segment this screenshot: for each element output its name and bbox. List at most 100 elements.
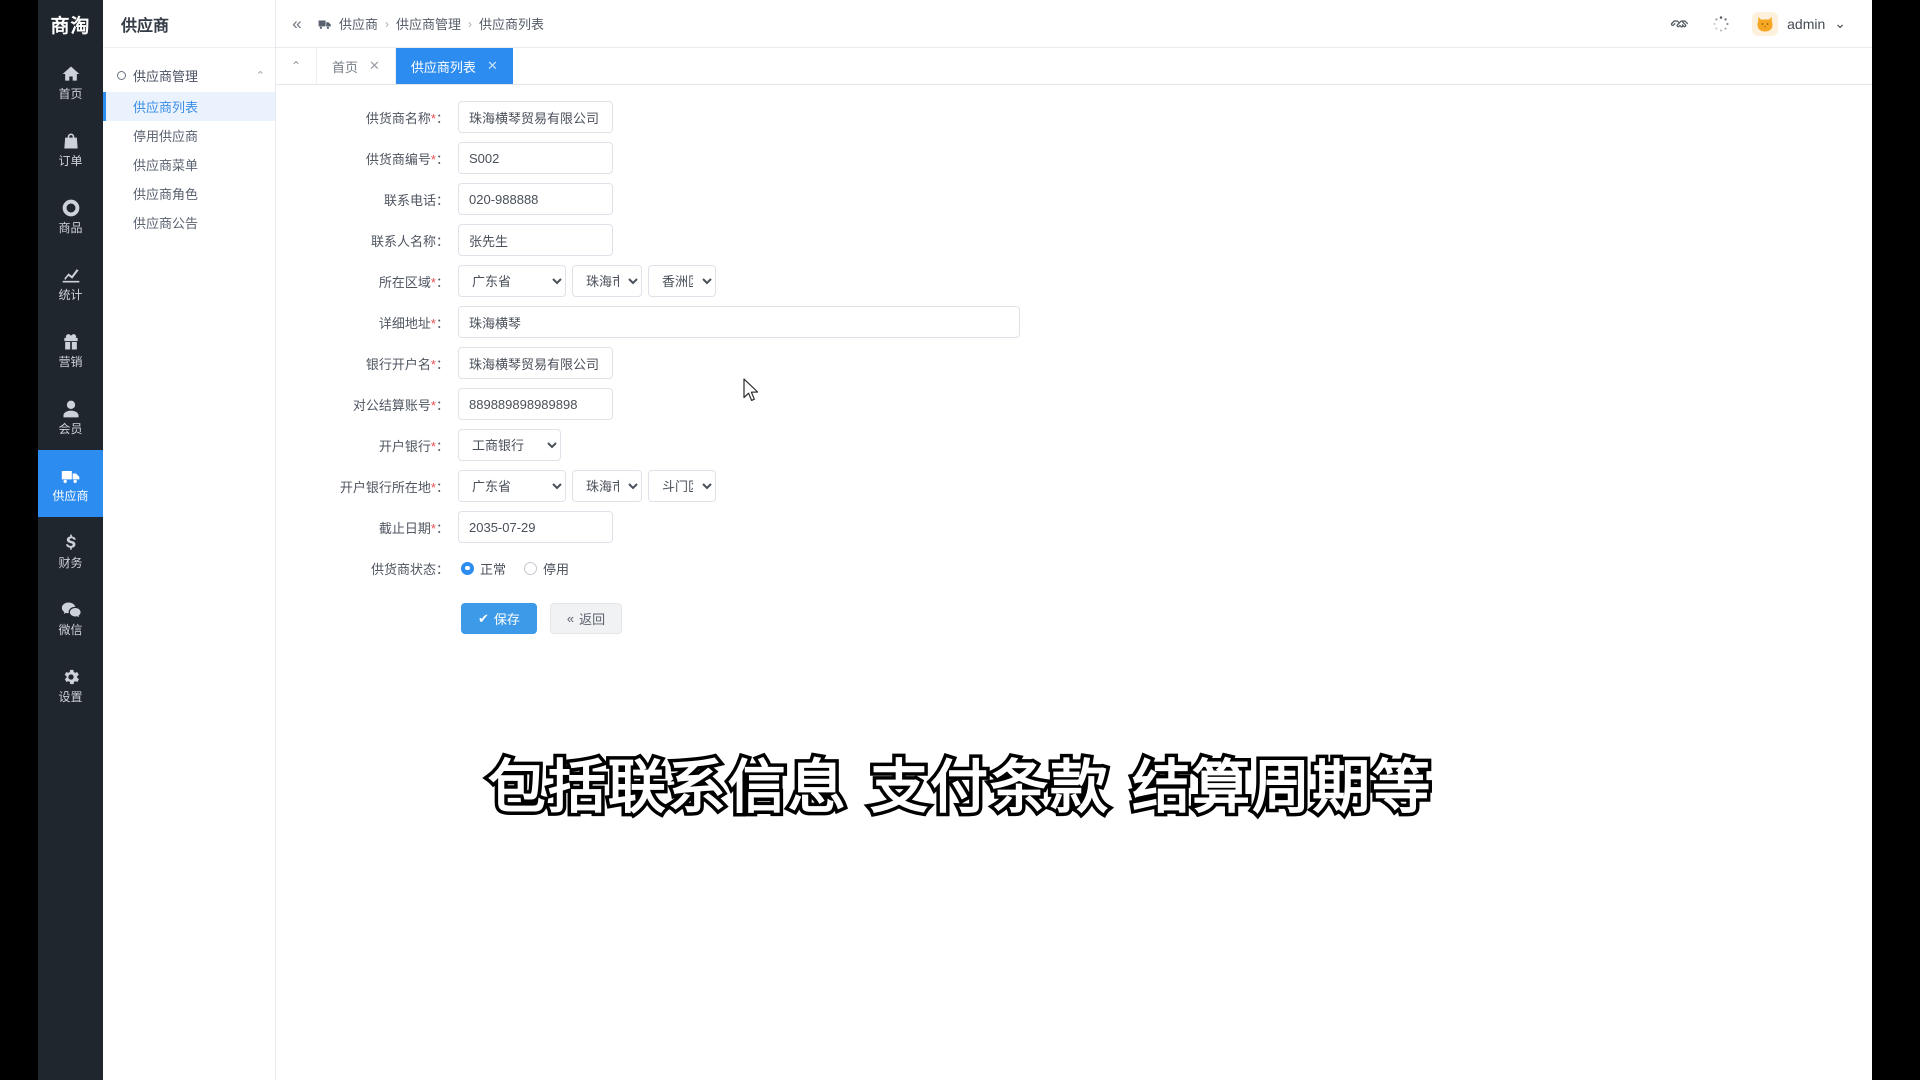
- sidebar-item-statistics[interactable]: 统计: [38, 249, 103, 316]
- tab-label: 首页: [332, 59, 359, 75]
- avatar: [1752, 11, 1779, 36]
- field-label: 联系人名称：: [370, 233, 449, 249]
- bank-region-province-select[interactable]: 广东省: [458, 470, 566, 502]
- sidebar-item-label: 设置: [58, 689, 83, 704]
- supplier-code-input[interactable]: [458, 142, 613, 174]
- radio-dot-selected[interactable]: [461, 561, 474, 575]
- loading-spinner-icon[interactable]: [1712, 15, 1730, 33]
- menu-item-supplier-roles[interactable]: 供应商角色: [103, 179, 275, 208]
- sidebar-item-settings[interactable]: 设置: [38, 651, 103, 718]
- tab-supplier-list[interactable]: 供应商列表 ✕: [395, 48, 513, 84]
- sidebar-collapse-button[interactable]: «: [276, 14, 318, 34]
- app-window: 商淘 首页 订单 商品 统计 营销 会员 供应商 财务 微信 设置 供应商 供应…: [38, 0, 1872, 1080]
- tab-bar: ⌃ 首页 ✕ 供应商列表 ✕: [276, 48, 1872, 85]
- bank-region-city-select[interactable]: 珠海市: [572, 470, 642, 502]
- supplier-form: 供货商名称*： 供货商编号*： 联系电话： 联: [276, 85, 1872, 1080]
- circle-icon: [61, 198, 81, 218]
- menu-item-supplier-menu[interactable]: 供应商菜单: [103, 150, 275, 179]
- contact-phone-input[interactable]: [458, 183, 613, 215]
- field-row-contact-phone: 联系电话：: [276, 182, 1872, 216]
- menu-item-disabled-suppliers[interactable]: 停用供应商: [103, 121, 275, 150]
- breadcrumb-item-2[interactable]: 供应商管理: [396, 14, 461, 33]
- secondary-sidebar: 供应商 供应商管理 ⌃ 供应商列表 停用供应商 供应商菜单 供应商角色 供应商公…: [103, 0, 276, 1080]
- chevron-down-icon[interactable]: ⌄: [1834, 15, 1846, 32]
- form-actions-row: ✔ 保存 « 返回: [276, 592, 1872, 634]
- sidebar-item-marketing[interactable]: 营销: [38, 316, 103, 383]
- sidebar-item-label: 订单: [58, 153, 83, 168]
- sidebar-item-label: 商品: [58, 220, 83, 235]
- field-row-status: 供货商状态： 正常 停用: [276, 551, 1872, 585]
- radio-label: 停用: [543, 561, 570, 577]
- sidebar-item-label: 供应商: [52, 488, 89, 503]
- bank-account-name-input[interactable]: [458, 347, 613, 379]
- header-actions: admin ⌄: [1670, 11, 1872, 36]
- radio-dot[interactable]: [524, 561, 538, 575]
- user-menu[interactable]: admin ⌄: [1752, 11, 1846, 36]
- field-label: 详细地址*：: [378, 315, 449, 331]
- status-radio-group: 正常 停用: [458, 559, 569, 578]
- sidebar-item-finance[interactable]: 财务: [38, 517, 103, 584]
- save-button[interactable]: ✔ 保存: [461, 603, 537, 634]
- field-row-bank-account-name: 银行开户名*：: [276, 346, 1872, 380]
- supplier-name-input[interactable]: [458, 101, 613, 133]
- menu-group-supplier-management[interactable]: 供应商管理 ⌃: [103, 58, 275, 92]
- handshake-icon[interactable]: [1670, 14, 1690, 34]
- primary-sidebar: 商淘 首页 订单 商品 统计 营销 会员 供应商 财务 微信 设置: [38, 0, 103, 1080]
- close-icon[interactable]: ✕: [369, 58, 380, 74]
- save-label: 保存: [493, 612, 520, 627]
- menu-item-supplier-list[interactable]: 供应商列表: [103, 92, 275, 121]
- breadcrumb-separator: ›: [468, 16, 473, 31]
- menu-group-label: 供应商管理: [133, 68, 199, 84]
- field-label: 银行开户名*：: [365, 356, 449, 372]
- sidebar-item-members[interactable]: 会员: [38, 383, 103, 450]
- address-input[interactable]: [458, 306, 1020, 338]
- region-district-select[interactable]: 香洲区: [648, 265, 716, 297]
- breadcrumb-item-1[interactable]: 供应商: [339, 14, 378, 33]
- field-label: 供货商名称*：: [365, 110, 449, 126]
- field-row-contact-name: 联系人名称：: [276, 223, 1872, 257]
- menu-item-label: 供应商角色: [133, 187, 199, 202]
- chevron-up-icon[interactable]: ⌃: [256, 69, 265, 82]
- status-radio-disabled[interactable]: 停用: [524, 559, 569, 578]
- tab-label: 供应商列表: [410, 59, 476, 75]
- circle-bullet-icon: [117, 70, 126, 80]
- contact-name-input[interactable]: [458, 224, 613, 256]
- section-title: 供应商: [103, 0, 275, 48]
- sidebar-item-products[interactable]: 商品: [38, 182, 103, 249]
- menu-item-supplier-notices[interactable]: 供应商公告: [103, 208, 275, 237]
- field-row-region: 所在区域*： 广东省 珠海市 香洲区: [276, 264, 1872, 298]
- gift-icon: [61, 332, 81, 352]
- user-name: admin: [1787, 15, 1826, 32]
- sidebar-item-wechat[interactable]: 微信: [38, 584, 103, 651]
- field-label: 供货商状态：: [370, 561, 449, 577]
- breadcrumb-item-3[interactable]: 供应商列表: [479, 14, 544, 33]
- field-label: 联系电话：: [383, 192, 449, 208]
- user-icon: [61, 399, 81, 419]
- bank-region-district-select[interactable]: 斗门区: [648, 470, 716, 502]
- field-label: 截止日期*：: [378, 520, 449, 536]
- top-header: « 供应商 › 供应商管理 › 供应商列表 admin ⌄: [276, 0, 1872, 48]
- sidebar-item-suppliers[interactable]: 供应商: [38, 450, 103, 517]
- region-province-select[interactable]: 广东省: [458, 265, 566, 297]
- sidebar-item-label: 财务: [58, 555, 83, 570]
- sidebar-item-home[interactable]: 首页: [38, 48, 103, 115]
- deadline-input[interactable]: [458, 511, 613, 543]
- sidebar-item-orders[interactable]: 订单: [38, 115, 103, 182]
- field-row-settlement-account: 对公结算账号*：: [276, 387, 1872, 421]
- tab-home[interactable]: 首页 ✕: [317, 48, 396, 84]
- tab-collapse-button[interactable]: ⌃: [276, 48, 317, 84]
- bank-select[interactable]: 工商银行: [458, 429, 561, 461]
- field-row-bank: 开户银行*： 工商银行: [276, 428, 1872, 462]
- truck-icon: [318, 17, 332, 31]
- field-label: 开户银行*：: [378, 438, 449, 454]
- check-icon: ✔: [478, 610, 489, 626]
- back-button[interactable]: « 返回: [549, 603, 623, 634]
- status-radio-normal[interactable]: 正常: [461, 559, 506, 578]
- close-icon[interactable]: ✕: [487, 58, 498, 74]
- home-icon: [61, 64, 81, 84]
- dollar-icon: [61, 533, 81, 553]
- sidebar-item-label: 首页: [58, 86, 83, 101]
- region-city-select[interactable]: 珠海市: [572, 265, 642, 297]
- settlement-account-input[interactable]: [458, 388, 613, 420]
- breadcrumb-separator: ›: [385, 16, 390, 31]
